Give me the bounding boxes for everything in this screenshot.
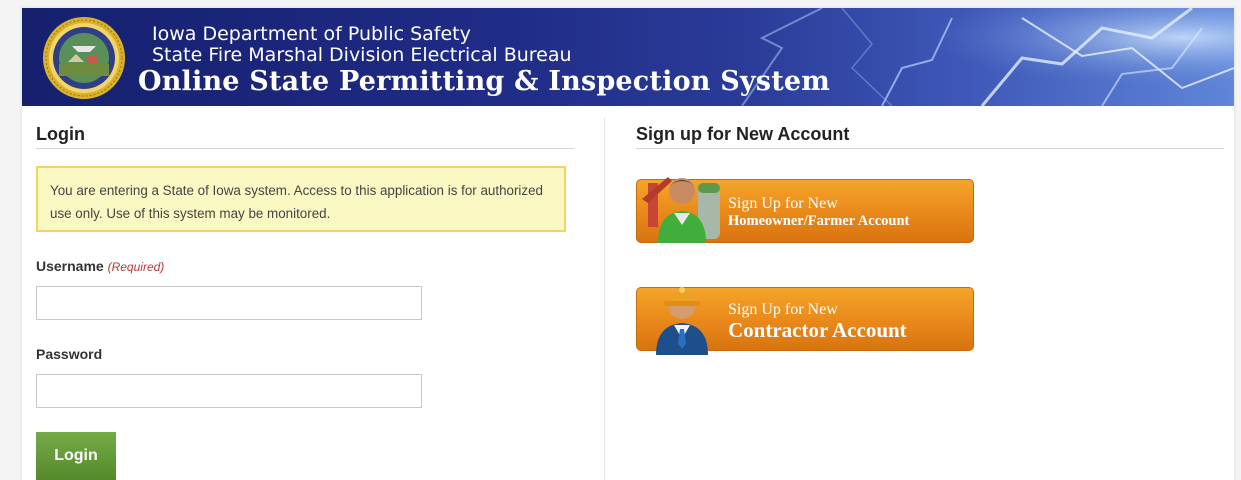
- password-label: Password: [36, 346, 103, 362]
- contractor-worker-icon: [656, 287, 708, 355]
- login-heading: Login: [36, 124, 85, 144]
- username-label: Username (Required): [36, 258, 164, 274]
- login-panel: Login You are entering a State of Iowa s…: [36, 106, 574, 480]
- signup-heading: Sign up for New Account: [636, 124, 850, 144]
- header-banner: Iowa Department of Public Safety State F…: [22, 8, 1234, 106]
- signup-homeowner-line1: Sign Up for New: [728, 195, 838, 212]
- signup-contractor-button[interactable]: Sign Up for New Contractor Account: [636, 287, 974, 355]
- username-label-text: Username: [36, 258, 104, 274]
- banner-department-text: Iowa Department of Public Safety: [152, 23, 471, 45]
- password-input[interactable]: [36, 374, 422, 408]
- banner-division-text: State Fire Marshal Division Electrical B…: [152, 44, 572, 66]
- signup-homeowner-line2: Homeowner/Farmer Account: [728, 213, 910, 229]
- signup-contractor-line2: Contractor Account: [728, 318, 907, 342]
- signup-contractor-line1: Sign Up for New: [728, 301, 838, 318]
- signup-panel: Sign up for New Account Sign Up for New …: [636, 106, 1226, 480]
- login-heading-rule: [36, 148, 574, 149]
- username-input[interactable]: [36, 286, 422, 320]
- page: Iowa Department of Public Safety State F…: [22, 8, 1234, 480]
- homeowner-farmer-icon: [642, 177, 720, 243]
- signup-homeowner-farmer-button[interactable]: Sign Up for New Homeowner/Farmer Account: [636, 177, 974, 243]
- security-notice: You are entering a State of Iowa system.…: [36, 166, 566, 232]
- banner-system-title: Online State Permitting & Inspection Sys…: [138, 66, 831, 97]
- state-seal-logo: [43, 17, 125, 99]
- login-button[interactable]: Login: [36, 432, 116, 480]
- required-indicator: (Required): [107, 260, 165, 274]
- column-divider: [604, 118, 605, 480]
- signup-heading-rule: [636, 148, 1224, 149]
